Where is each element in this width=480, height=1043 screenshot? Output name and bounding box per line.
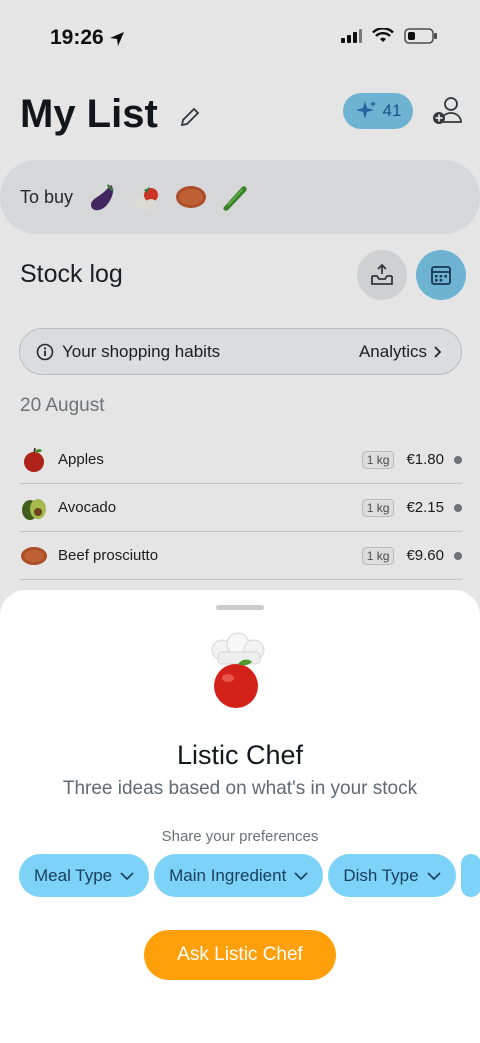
sheet-subtitle: Three ideas based on what's in your stoc… [62, 778, 418, 799]
chevron-down-icon [120, 871, 134, 880]
chip-label: Meal Type [34, 865, 113, 885]
chip-label: Dish Type [343, 865, 419, 885]
sheet-title: Listic Chef [176, 740, 304, 770]
chevron-down-icon [294, 871, 308, 880]
app-screen: 19:26 My List 41 To buy Stock log Your s… [0, 0, 480, 1043]
chip-main-ingredient[interactable]: Main Ingredient [154, 854, 324, 897]
chip-label: Main Ingredient [169, 865, 287, 885]
chef-apple-logo [211, 632, 265, 708]
preferences-label: Share your preferences [161, 828, 319, 845]
sheet-grabber[interactable] [216, 605, 264, 610]
chip-dish-type[interactable]: Dish Type [328, 854, 456, 897]
chevron-down-icon [427, 871, 441, 880]
preference-chips: Meal Type Main Ingredient Dish Type [19, 854, 480, 898]
chip-more[interactable] [460, 854, 480, 897]
ask-listic-chef-button[interactable]: Ask Listic Chef [144, 930, 336, 980]
listic-chef-sheet: Listic Chef Three ideas based on what's … [0, 590, 480, 1043]
chip-meal-type[interactable]: Meal Type [19, 854, 150, 897]
